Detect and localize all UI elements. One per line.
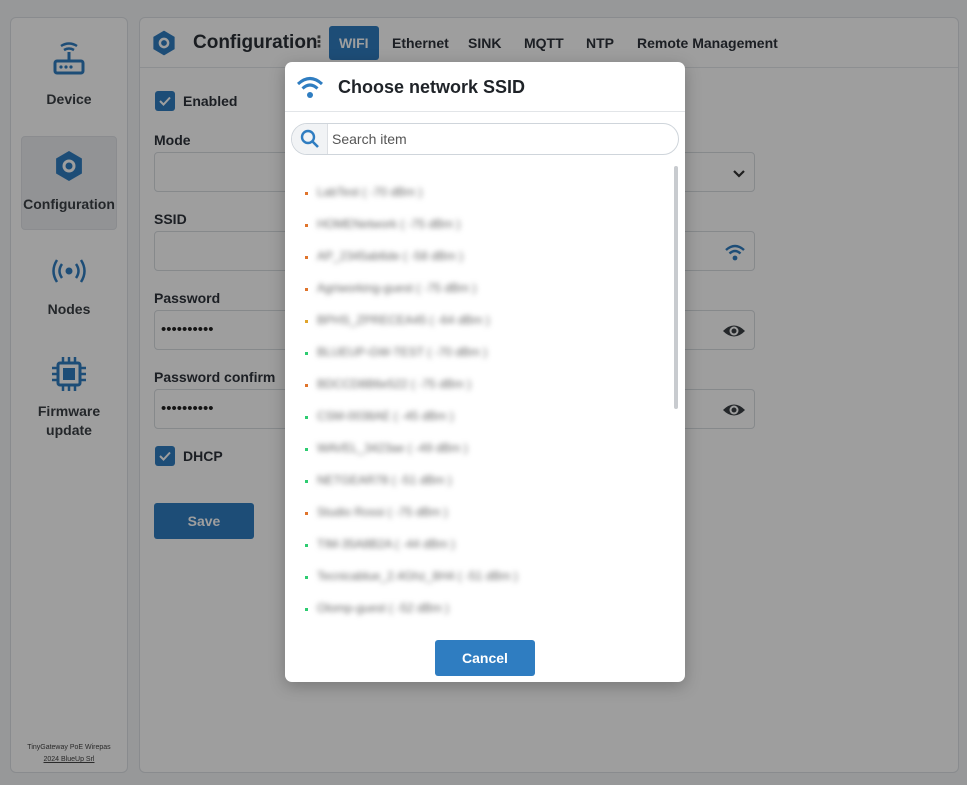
ssid-name: BPHS_ZPRECEA45 ( -64 dBm )	[317, 313, 490, 327]
signal-strength-dot-icon	[305, 608, 308, 611]
ssid-list-item[interactable]: BLUEUP-GW-TEST ( -70 dBm )	[305, 342, 665, 364]
ssid-list-scrollbar[interactable]	[674, 166, 678, 409]
ssid-list-item[interactable]: BPHS_ZPRECEA45 ( -64 dBm )	[305, 310, 665, 332]
signal-strength-dot-icon	[305, 544, 308, 547]
signal-strength-dot-icon	[305, 288, 308, 291]
ssid-list-item[interactable]: NETGEAR78 ( -51 dBm )	[305, 470, 665, 492]
signal-strength-dot-icon	[305, 224, 308, 227]
ssid-name: TIM-35A8B2A ( -44 dBm )	[317, 537, 456, 551]
ssid-list: LabTest ( -70 dBm ) HOMENetwork ( -75 dBm…	[285, 166, 685, 630]
signal-strength-dot-icon	[305, 320, 308, 323]
ssid-name: BLUEUP-GW-TEST ( -70 dBm )	[317, 345, 488, 359]
ssid-list-item[interactable]: Agriworking-guest ( -75 dBm )	[305, 278, 665, 300]
choose-ssid-modal: Choose network SSID LabTest ( -70 dBm ) H…	[285, 62, 685, 682]
ssid-name: BDCCD8B6e522 ( -75 dBm )	[317, 377, 472, 391]
wifi-icon	[296, 74, 324, 105]
search-input[interactable]	[332, 124, 672, 154]
ssid-list-item[interactable]: Olomp-guest ( -52 dBm )	[305, 598, 665, 620]
ssid-list-item[interactable]: CSM-0038AE ( -45 dBm )	[305, 406, 665, 428]
search-box	[291, 123, 679, 155]
signal-strength-dot-icon	[305, 576, 308, 579]
ssid-name: Studio Rossi ( -75 dBm )	[317, 505, 448, 519]
ssid-name: Tecnicablue_2.4Ghz_8H4 ( -51 dBm )	[317, 569, 518, 583]
ssid-name: WAVEL_3423ae ( -49 dBm )	[317, 441, 468, 455]
search-icon[interactable]	[292, 124, 328, 154]
cancel-button[interactable]: Cancel	[435, 640, 535, 676]
ssid-list-item[interactable]: WAVEL_3423ae ( -49 dBm )	[305, 438, 665, 460]
app-root: Device Configuration Nodes Firmware upda…	[0, 0, 967, 785]
ssid-name: CSM-0038AE ( -45 dBm )	[317, 409, 454, 423]
ssid-name: HOMENetwork ( -75 dBm )	[317, 217, 461, 231]
ssid-list-item[interactable]: Tecnicablue_2.4Ghz_8H4 ( -51 dBm )	[305, 566, 665, 588]
signal-strength-dot-icon	[305, 448, 308, 451]
ssid-list-item[interactable]: LabTest ( -70 dBm )	[305, 182, 665, 204]
ssid-name: LabTest ( -70 dBm )	[317, 185, 423, 199]
ssid-list-item[interactable]: AP_2345ab6de ( -58 dBm )	[305, 246, 665, 268]
ssid-name: Agriworking-guest ( -75 dBm )	[317, 281, 477, 295]
ssid-list-item[interactable]: HOMENetwork ( -75 dBm )	[305, 214, 665, 236]
signal-strength-dot-icon	[305, 512, 308, 515]
modal-title: Choose network SSID	[338, 77, 526, 97]
ssid-list-item[interactable]: Studio Rossi ( -75 dBm )	[305, 502, 665, 524]
ssid-name: Olomp-guest ( -52 dBm )	[317, 601, 450, 615]
signal-strength-dot-icon	[305, 416, 308, 419]
signal-strength-dot-icon	[305, 480, 308, 483]
ssid-name: AP_2345ab6de ( -58 dBm )	[317, 249, 464, 263]
modal-header: Choose network SSID	[285, 62, 685, 112]
signal-strength-dot-icon	[305, 192, 308, 195]
signal-strength-dot-icon	[305, 256, 308, 259]
signal-strength-dot-icon	[305, 384, 308, 387]
signal-strength-dot-icon	[305, 352, 308, 355]
ssid-name: NETGEAR78 ( -51 dBm )	[317, 473, 452, 487]
ssid-list-item[interactable]: BDCCD8B6e522 ( -75 dBm )	[305, 374, 665, 396]
ssid-list-item[interactable]: TIM-35A8B2A ( -44 dBm )	[305, 534, 665, 556]
